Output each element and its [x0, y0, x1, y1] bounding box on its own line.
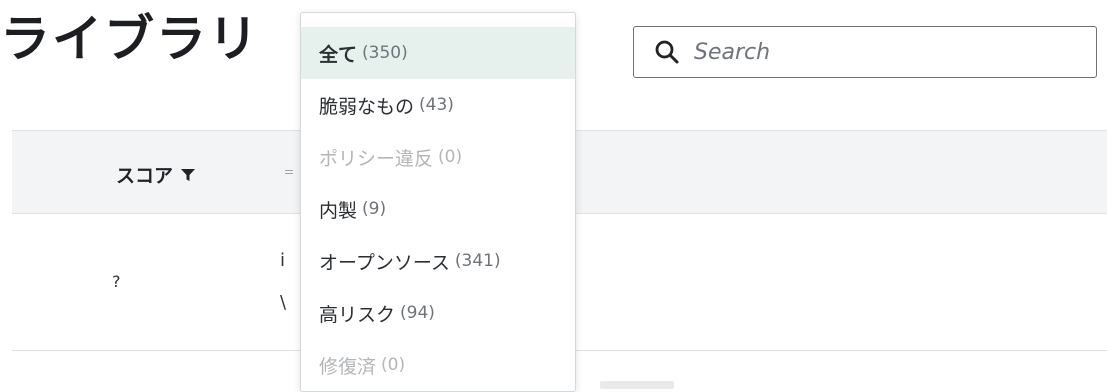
filter-option-count: (0)	[381, 355, 406, 375]
filter-option-label: 高リスク	[319, 303, 396, 326]
filter-option-label: ポリシー違反	[319, 147, 434, 170]
search-input[interactable]	[694, 39, 1074, 65]
search-box[interactable]	[633, 26, 1097, 78]
filter-option-high-risk[interactable]: 高リスク (94)	[301, 287, 575, 339]
column-header-fragment: ゠	[280, 163, 298, 184]
filter-icon[interactable]	[181, 168, 196, 182]
filter-option-remediated: 修復済 (0)	[301, 339, 575, 391]
row-chip	[600, 381, 674, 389]
filter-option-label: 全て	[319, 43, 358, 66]
search-icon	[655, 40, 679, 64]
filter-option-label: 脆弱なもの	[319, 95, 415, 118]
filter-dropdown: 全て (350) 脆弱なもの (43) ポリシー違反 (0) 内製 (9) オープンソー…	[300, 12, 576, 392]
filter-option-count: (341)	[454, 251, 501, 271]
filter-option-label: オープンソース	[319, 251, 450, 274]
row-cell-fragment: i	[280, 250, 286, 271]
page-title: ライブラリ	[0, 10, 260, 68]
filter-option-count: (350)	[362, 43, 408, 63]
filter-option-label: 内製	[319, 199, 358, 222]
filter-dropdown-list: 全て (350) 脆弱なもの (43) ポリシー違反 (0) 内製 (9) オープンソー…	[301, 13, 575, 391]
score-column-header[interactable]: スコア	[116, 161, 196, 188]
filter-option-label: 修復済	[319, 355, 377, 378]
filter-option-open-source[interactable]: オープンソース (341)	[301, 235, 575, 287]
filter-option-vulnerable[interactable]: 脆弱なもの (43)	[301, 79, 575, 131]
filter-option-count: (0)	[438, 147, 463, 167]
filter-option-internal[interactable]: 内製 (9)	[301, 183, 575, 235]
filter-option-count: (9)	[362, 199, 387, 219]
filter-option-count: (94)	[400, 303, 435, 323]
filter-option-count: (43)	[419, 95, 454, 115]
row-score: ?	[112, 272, 121, 291]
row-cell-fragment: \	[280, 292, 287, 313]
filter-option-policy-violation: ポリシー違反 (0)	[301, 131, 575, 183]
filter-option-all[interactable]: 全て (350)	[301, 27, 575, 79]
score-column-label: スコア	[116, 165, 174, 187]
